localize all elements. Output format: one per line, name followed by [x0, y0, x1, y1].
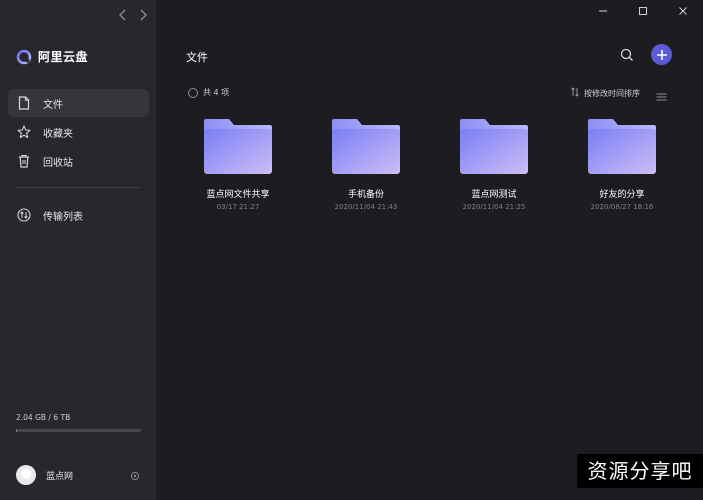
storage-progress-bar: [16, 429, 141, 432]
folder-date: 2020/11/04 21:25: [462, 203, 526, 211]
minimize-icon[interactable]: [583, 0, 623, 22]
folder-name: 蓝点网文件共享: [206, 190, 270, 200]
sidebar-nav: 文件 收藏夹 回收站: [8, 89, 149, 176]
star-icon: [17, 125, 31, 139]
brand-logo-icon: [16, 49, 32, 64]
user-profile[interactable]: 蓝点网: [16, 465, 73, 485]
window-controls: [583, 0, 703, 22]
maximize-icon[interactable]: [623, 0, 663, 22]
sidebar-item-trash[interactable]: 回收站: [8, 147, 149, 175]
file-grid: 蓝点网文件共享 03/17 21:27 手机备份 2020/11/04 21:4…: [156, 113, 703, 223]
select-all-checkbox[interactable]: [188, 87, 198, 98]
sidebar-item-label: 收藏夹: [43, 128, 73, 140]
folder-icon: [588, 119, 656, 174]
sidebar-item-label: 文件: [43, 99, 63, 111]
sort-label: 按修改时间排序: [584, 89, 640, 98]
sidebar-item-favorites[interactable]: 收藏夹: [8, 118, 149, 146]
main-content: 文件 共 4 项 按修改时间排序 蓝点网文件共享 03/17 21:27 手机备…: [156, 0, 703, 500]
sort-icon: [570, 87, 580, 100]
trash-icon: [17, 154, 31, 168]
history-nav: [117, 9, 149, 23]
sidebar-item-files[interactable]: 文件: [8, 89, 149, 117]
sort-button[interactable]: 按修改时间排序: [570, 87, 640, 100]
storage-usage-text: 2.04 GB / 6 TB: [16, 413, 71, 422]
avatar[interactable]: [16, 465, 36, 485]
select-all: 共 4 项: [188, 87, 229, 98]
folder-date: 2020/08/27 18:16: [590, 203, 654, 211]
forward-arrow-icon[interactable]: [137, 9, 149, 23]
folder-icon: [332, 119, 400, 174]
settings-icon[interactable]: [130, 471, 140, 481]
list-view-icon[interactable]: [656, 87, 667, 101]
transfer-icon: [17, 208, 31, 222]
item-count: 共 4 项: [203, 88, 230, 97]
folder-item[interactable]: 好友的分享 2020/08/27 18:16: [567, 113, 677, 211]
folder-item[interactable]: 蓝点网测试 2020/11/04 21:25: [439, 113, 549, 211]
add-button[interactable]: [651, 44, 672, 65]
plus-icon: [656, 49, 667, 60]
page-title: 文件: [186, 51, 208, 64]
sidebar-divider: [16, 187, 140, 188]
folder-date: 2020/11/04 21:43: [334, 203, 398, 211]
user-name: 蓝点网: [46, 471, 74, 482]
file-icon: [17, 96, 31, 110]
back-arrow-icon[interactable]: [117, 9, 129, 23]
storage-progress-fill: [16, 429, 17, 432]
search-icon[interactable]: [619, 47, 635, 63]
close-icon[interactable]: [663, 0, 703, 22]
folder-date: 03/17 21:27: [216, 203, 260, 211]
watermark: 资源分享吧: [577, 454, 703, 488]
sidebar: 阿里云盘 文件 收藏夹 回收站 传输列表 2.04 GB / 6 TB 蓝点网: [0, 0, 156, 500]
folder-icon: [460, 119, 528, 174]
sidebar-item-label: 传输列表: [43, 211, 83, 223]
sidebar-item-label: 回收站: [43, 157, 73, 169]
sidebar-item-transfer-list[interactable]: 传输列表: [8, 201, 149, 229]
brand-name: 阿里云盘: [38, 50, 89, 64]
brand: 阿里云盘: [16, 48, 88, 65]
sidebar-transfer: 传输列表: [8, 201, 149, 230]
folder-icon: [204, 119, 272, 174]
folder-name: 手机备份: [347, 190, 384, 200]
folder-name: 蓝点网测试: [471, 190, 517, 200]
folder-item[interactable]: 手机备份 2020/11/04 21:43: [311, 113, 421, 211]
folder-name: 好友的分享: [599, 190, 645, 200]
folder-item[interactable]: 蓝点网文件共享 03/17 21:27: [183, 113, 293, 211]
